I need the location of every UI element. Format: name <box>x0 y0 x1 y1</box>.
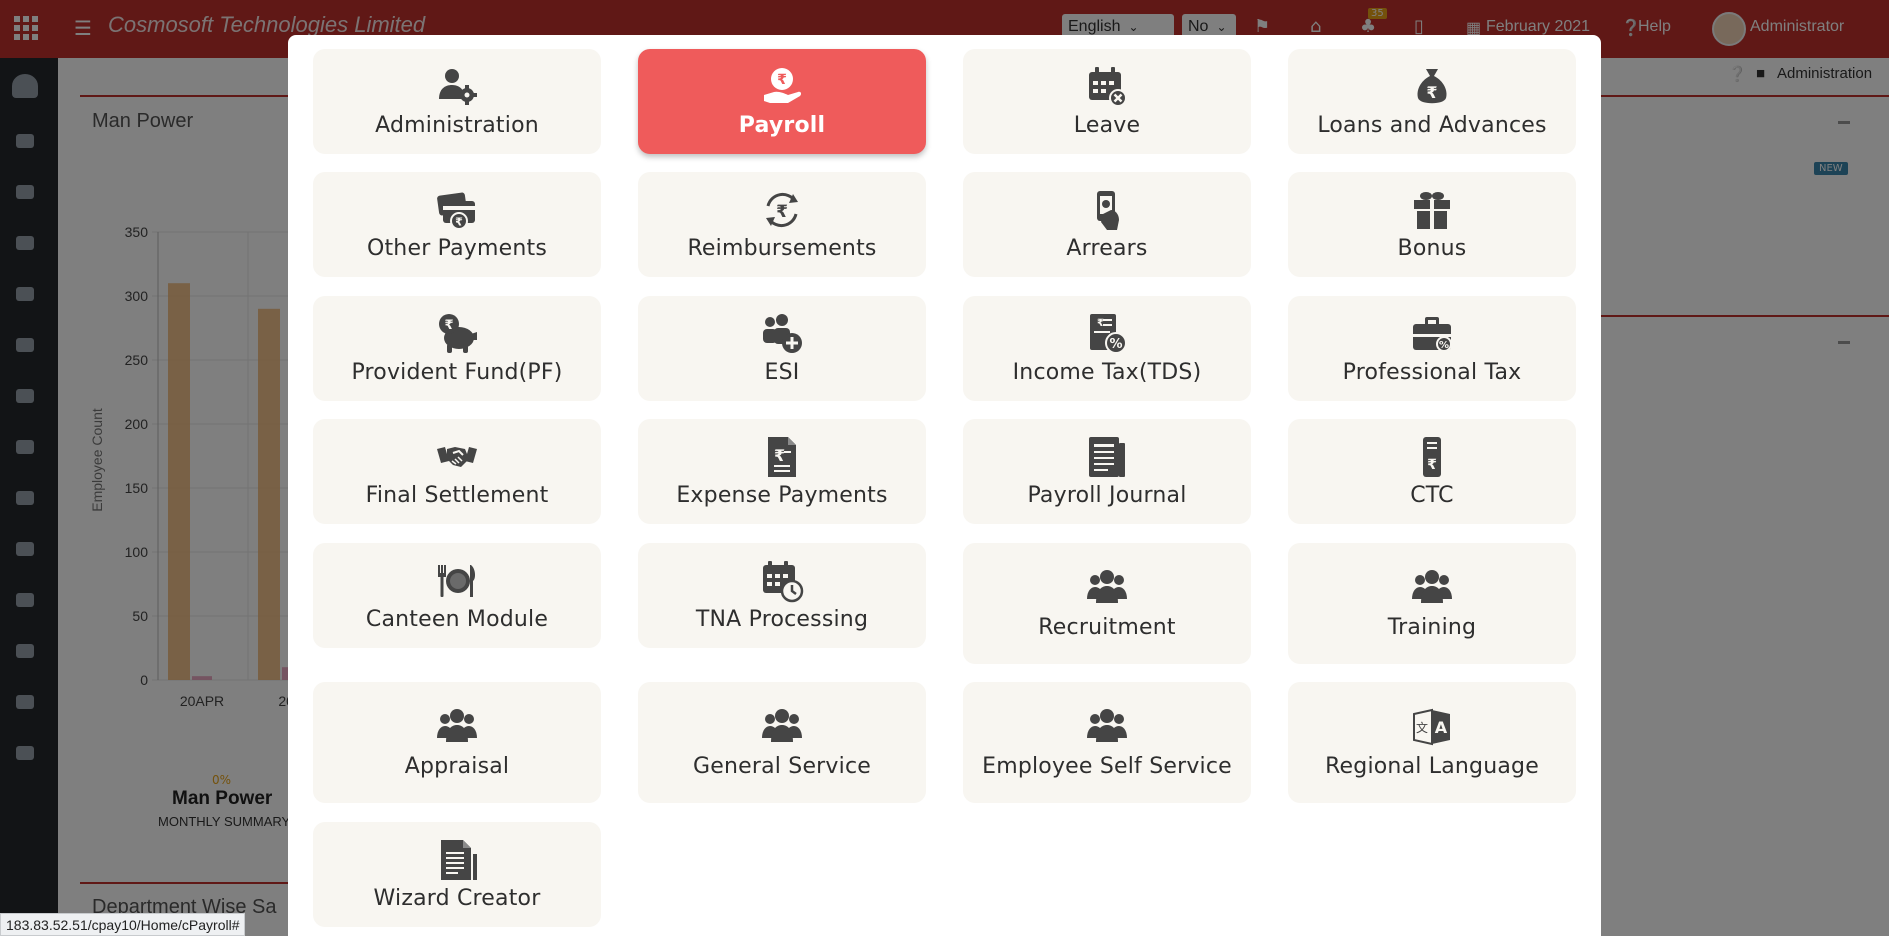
module-tile-reimbursements[interactable]: ₹ Reimbursements <box>638 172 926 277</box>
handshake-icon <box>437 447 477 467</box>
svg-text:₹: ₹ <box>777 72 787 88</box>
piggy-bank-icon: ₹ <box>439 314 477 353</box>
module-tile-other-payments[interactable]: ₹ Other Payments <box>313 172 601 277</box>
svg-text:₹: ₹ <box>455 216 463 229</box>
fork-plate-knife-icon <box>438 565 476 597</box>
gift-icon <box>1414 192 1450 229</box>
svg-text:%: % <box>1109 337 1122 352</box>
module-label: Appraisal <box>404 754 510 779</box>
module-tile-wizard-creator[interactable]: Wizard Creator <box>313 822 601 927</box>
module-tile-ctc[interactable]: ₹ CTC <box>1288 419 1576 524</box>
module-label: Leave <box>1073 113 1141 138</box>
module-label: ESI <box>764 360 800 385</box>
module-label: TNA Processing <box>695 607 869 632</box>
phone-hand-icon <box>1097 191 1119 230</box>
module-label: Regional Language <box>1325 754 1539 779</box>
module-tile-appraisal[interactable]: Appraisal <box>313 682 601 803</box>
module-tile-canteen-module[interactable]: Canteen Module <box>313 543 601 648</box>
module-tile-regional-language[interactable]: 文A Regional Language <box>1288 682 1576 803</box>
module-label: Payroll Journal <box>1027 483 1187 508</box>
briefcase-percent-icon: % <box>1413 317 1452 352</box>
users-plus-icon <box>763 314 802 353</box>
module-tile-general-service[interactable]: General Service <box>638 682 926 803</box>
module-label: Arrears <box>1066 236 1148 261</box>
translate-icon: 文A <box>1413 708 1450 746</box>
module-tile-tna-processing[interactable]: TNA Processing <box>638 543 926 648</box>
module-tile-loans-and-advances[interactable]: ₹ Loans and Advances <box>1288 49 1576 154</box>
module-tile-expense-payments[interactable]: ₹ Expense Payments <box>638 419 926 524</box>
module-label: CTC <box>1410 483 1454 508</box>
svg-text:₹: ₹ <box>1427 457 1437 473</box>
users-group-icon <box>437 709 477 742</box>
module-label: Training <box>1387 615 1477 640</box>
rupee-document-icon: ₹ <box>768 437 796 477</box>
module-label: Reimbursements <box>687 236 877 261</box>
module-label: Employee Self Service <box>982 754 1232 779</box>
svg-text:₹: ₹ <box>1426 83 1437 102</box>
card-rupee-icon: ₹ <box>437 192 475 230</box>
module-tile-payroll[interactable]: ₹ Payroll <box>638 49 926 154</box>
users-group-icon <box>1087 709 1127 742</box>
module-label: Professional Tax <box>1342 360 1522 385</box>
rupee-slip-icon: ₹ <box>1423 437 1441 477</box>
module-label: Provident Fund(PF) <box>351 360 563 385</box>
module-tile-professional-tax[interactable]: % Professional Tax <box>1288 296 1576 401</box>
module-tile-provident-fund[interactable]: ₹ Provident Fund(PF) <box>313 296 601 401</box>
module-tile-income-tax[interactable]: ₹% Income Tax(TDS) <box>963 296 1251 401</box>
module-tile-employee-self-service[interactable]: Employee Self Service <box>963 682 1251 803</box>
module-switcher-modal: Administration ₹ Payroll Leave ₹ Loans a… <box>288 35 1601 936</box>
module-tile-final-settlement[interactable]: Final Settlement <box>313 419 601 524</box>
module-tile-esi[interactable]: ESI <box>638 296 926 401</box>
money-bag-icon: ₹ <box>1417 69 1447 104</box>
module-tile-arrears[interactable]: Arrears <box>963 172 1251 277</box>
journal-icon <box>1089 437 1125 477</box>
svg-text:₹: ₹ <box>774 446 785 465</box>
svg-text:₹: ₹ <box>444 318 453 333</box>
module-label: Wizard Creator <box>373 886 541 911</box>
module-label: Income Tax(TDS) <box>1012 360 1202 385</box>
wizard-document-icon <box>441 840 477 880</box>
module-label: Other Payments <box>366 236 548 261</box>
users-gear-icon <box>439 69 477 105</box>
svg-text:₹: ₹ <box>776 202 788 222</box>
svg-text:₹: ₹ <box>1097 318 1104 329</box>
rupee-cycle-icon: ₹ <box>766 192 798 228</box>
module-label: Payroll <box>738 113 826 138</box>
status-bar-url: 183.83.52.51/cpay10/Home/cPayroll# <box>0 913 246 936</box>
users-group-icon <box>762 709 802 742</box>
module-tile-payroll-journal[interactable]: Payroll Journal <box>963 419 1251 524</box>
module-label: Recruitment <box>1038 615 1176 640</box>
module-label: General Service <box>692 754 871 779</box>
module-tile-bonus[interactable]: Bonus <box>1288 172 1576 277</box>
calendar-clock-icon <box>763 561 804 603</box>
module-tile-recruitment[interactable]: Recruitment <box>963 543 1251 664</box>
module-label: Bonus <box>1397 236 1467 261</box>
users-group-icon <box>1087 570 1127 603</box>
module-label: Final Settlement <box>365 483 549 508</box>
module-label: Canteen Module <box>365 607 549 632</box>
rupee-hand-icon: ₹ <box>764 68 802 103</box>
module-tile-training[interactable]: Training <box>1288 543 1576 664</box>
module-label: Loans and Advances <box>1317 113 1547 138</box>
svg-text:文: 文 <box>1416 720 1428 735</box>
tax-document-icon: ₹% <box>1090 314 1127 354</box>
svg-text:%: % <box>1439 340 1449 351</box>
module-tile-leave[interactable]: Leave <box>963 49 1251 154</box>
module-label: Expense Payments <box>676 483 888 508</box>
users-group-icon <box>1412 570 1452 603</box>
svg-text:A: A <box>1435 718 1448 737</box>
module-tile-administration[interactable]: Administration <box>313 49 601 154</box>
calendar-x-icon <box>1089 67 1127 107</box>
module-label: Administration <box>375 113 539 138</box>
